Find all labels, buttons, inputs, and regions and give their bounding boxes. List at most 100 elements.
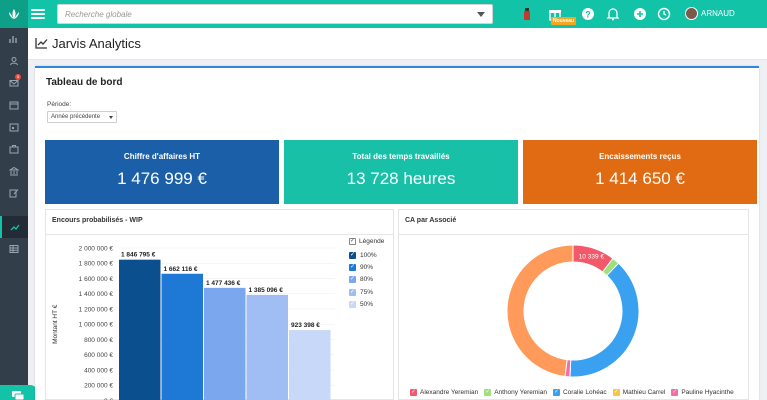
checkbox-icon[interactable]: ✓ (484, 389, 492, 396)
legend-label: 75% (360, 288, 374, 296)
y-tick-label: 800 000 € (84, 337, 113, 344)
y-tick-label: 1 000 000 € (79, 322, 114, 329)
mail-badge: 5 (15, 74, 21, 80)
bar-data-label: 923 398 € (291, 322, 320, 329)
table-icon (9, 245, 19, 253)
bank-icon (9, 166, 19, 176)
legend-item-90%[interactable]: ✓ 90% (349, 261, 384, 273)
legend-item-75%[interactable]: ✓ 75% (349, 286, 384, 298)
sidebar-item-analytics[interactable] (0, 216, 28, 238)
legend-label: Mathieu Carrel (622, 389, 666, 396)
schedule-icon (9, 123, 19, 132)
checkbox-icon[interactable]: ✓ (349, 251, 356, 259)
period-select[interactable]: Année précédente (47, 111, 117, 123)
period-label: Période: (47, 101, 72, 108)
legend-label: Alexandre Yeremian (420, 389, 479, 396)
kpi-value: 13 728 heures (346, 169, 456, 188)
card-divider (399, 234, 748, 235)
kpi-value: 1 476 999 € (117, 169, 207, 188)
legend-item[interactable]: ✓ Mathieu Carrel (612, 389, 666, 396)
y-tick-label: 1 600 000 € (79, 276, 114, 283)
legend-item[interactable]: ✓ Alexandre Yeremian (410, 389, 478, 396)
checkbox-icon[interactable]: ✓ (349, 288, 356, 296)
kpi-label: Total des temps travaillés (352, 152, 450, 161)
checkbox-icon[interactable]: ✓ (349, 263, 356, 271)
ca-legend: ✓ Alexandre Yeremian ✓ Anthony Yeremian ✓ Cor… (410, 389, 734, 396)
bar-data-label: 1 846 795 € (121, 252, 156, 259)
legend-header[interactable]: ✓ Légende (349, 238, 384, 245)
edit-icon (9, 189, 19, 198)
sidebar-item-edit[interactable] (0, 182, 28, 204)
legend-label: 90% (360, 263, 374, 271)
add-icon[interactable] (633, 7, 647, 21)
bell-icon[interactable] (606, 7, 620, 21)
kpi-label: Encaissements reçus (599, 152, 681, 161)
menu-toggle-icon[interactable] (31, 6, 45, 22)
y-tick-label: 200 000 € (84, 383, 113, 390)
legend-item-50%[interactable]: ✓ 50% (349, 298, 384, 310)
bar-75%[interactable] (246, 294, 289, 400)
checkbox-icon[interactable]: ✓ (349, 238, 356, 245)
checkbox-icon[interactable]: ✓ (552, 389, 560, 396)
clock-icon[interactable] (657, 7, 671, 21)
donut-slice[interactable] (506, 244, 574, 378)
y-tick-label: 1 400 000 € (79, 291, 114, 298)
sidebar-item-briefcase[interactable] (0, 138, 28, 160)
kpi-payments: Encaissements reçus 1 414 650 € (523, 140, 757, 204)
legend-item-80%[interactable]: ✓ 80% (349, 274, 384, 286)
app-logo[interactable] (0, 0, 28, 28)
period-value: Année précédente (51, 114, 101, 120)
y-tick-label: 1 200 000 € (79, 306, 114, 313)
users-icon (10, 57, 18, 66)
chat-icon (12, 391, 25, 400)
y-tick-label: 2 000 000 € (79, 245, 114, 252)
chevron-down-icon[interactable] (477, 12, 485, 17)
bar-50%[interactable] (289, 330, 331, 400)
fire-extinguisher-icon[interactable] (520, 7, 534, 21)
y-tick-label: 600 000 € (84, 352, 113, 359)
ca-donut-chart: 10 339 € (506, 244, 640, 378)
bar-data-label: 1 385 096 € (249, 287, 284, 294)
legend-item-100%[interactable]: ✓ 100% (349, 249, 384, 261)
bar-90%[interactable] (161, 273, 204, 400)
sidebar-item-table[interactable] (0, 238, 28, 260)
svg-text:?: ? (585, 10, 591, 20)
top-bar: Recherche globale Nouveau ? ARNAUD (0, 0, 767, 28)
legend-item[interactable]: ✓ Anthony Yeremian (484, 389, 547, 396)
sidebar-item-calendar[interactable] (0, 94, 28, 116)
y-tick-label: 400 000 € (84, 367, 113, 374)
slice-data-label: 10 339 € (579, 254, 605, 261)
line-chart-icon (35, 38, 48, 49)
legend-item[interactable]: ✓ Coralie Lohéac (552, 389, 607, 396)
y-axis-label: Montant HT € (52, 304, 59, 344)
sidebar-item-dashboard[interactable] (0, 28, 28, 50)
checkbox-icon[interactable]: ✓ (410, 389, 417, 396)
legend-label: 50% (360, 300, 374, 308)
legend-item[interactable]: ✓ Pauline Hyacinthe (671, 389, 734, 396)
analytics-icon (10, 224, 20, 231)
checkbox-icon[interactable]: ✓ (349, 300, 356, 308)
chat-button[interactable] (0, 385, 38, 400)
legend-title: Légende (359, 238, 385, 245)
kpi-label: Chiffre d'affaires HT (123, 152, 201, 161)
sidebar-item-mail[interactable]: 5 (0, 72, 28, 94)
legend-label: Anthony Yeremian (494, 389, 547, 396)
bar-100%[interactable] (119, 259, 161, 400)
dashboard-title: Tableau de bord (46, 77, 123, 88)
bar-80%[interactable] (204, 287, 246, 400)
bar-data-label: 1 477 436 € (206, 280, 241, 287)
donut-slice[interactable] (569, 262, 640, 378)
checkbox-icon[interactable]: ✓ (671, 389, 679, 396)
sidebar-item-schedule[interactable] (0, 116, 28, 138)
wip-legend: ✓ Légende ✓ 100% ✓ 90% ✓ 80% ✓ 75% ✓ 50% (349, 238, 384, 310)
checkbox-icon[interactable]: ✓ (349, 276, 356, 284)
sidebar-item-bank[interactable] (0, 160, 28, 182)
logo-icon (9, 9, 19, 19)
sidebar-item-users[interactable] (0, 50, 28, 72)
help-icon[interactable]: ? (581, 7, 595, 21)
kpi-time: Total des temps travaillés 13 728 heures (284, 140, 518, 204)
checkbox-icon[interactable]: ✓ (612, 389, 620, 396)
new-badge: Nouveau (551, 17, 577, 25)
global-search-input[interactable]: Recherche globale (57, 4, 493, 24)
user-menu[interactable]: ARNAUD (685, 7, 735, 20)
